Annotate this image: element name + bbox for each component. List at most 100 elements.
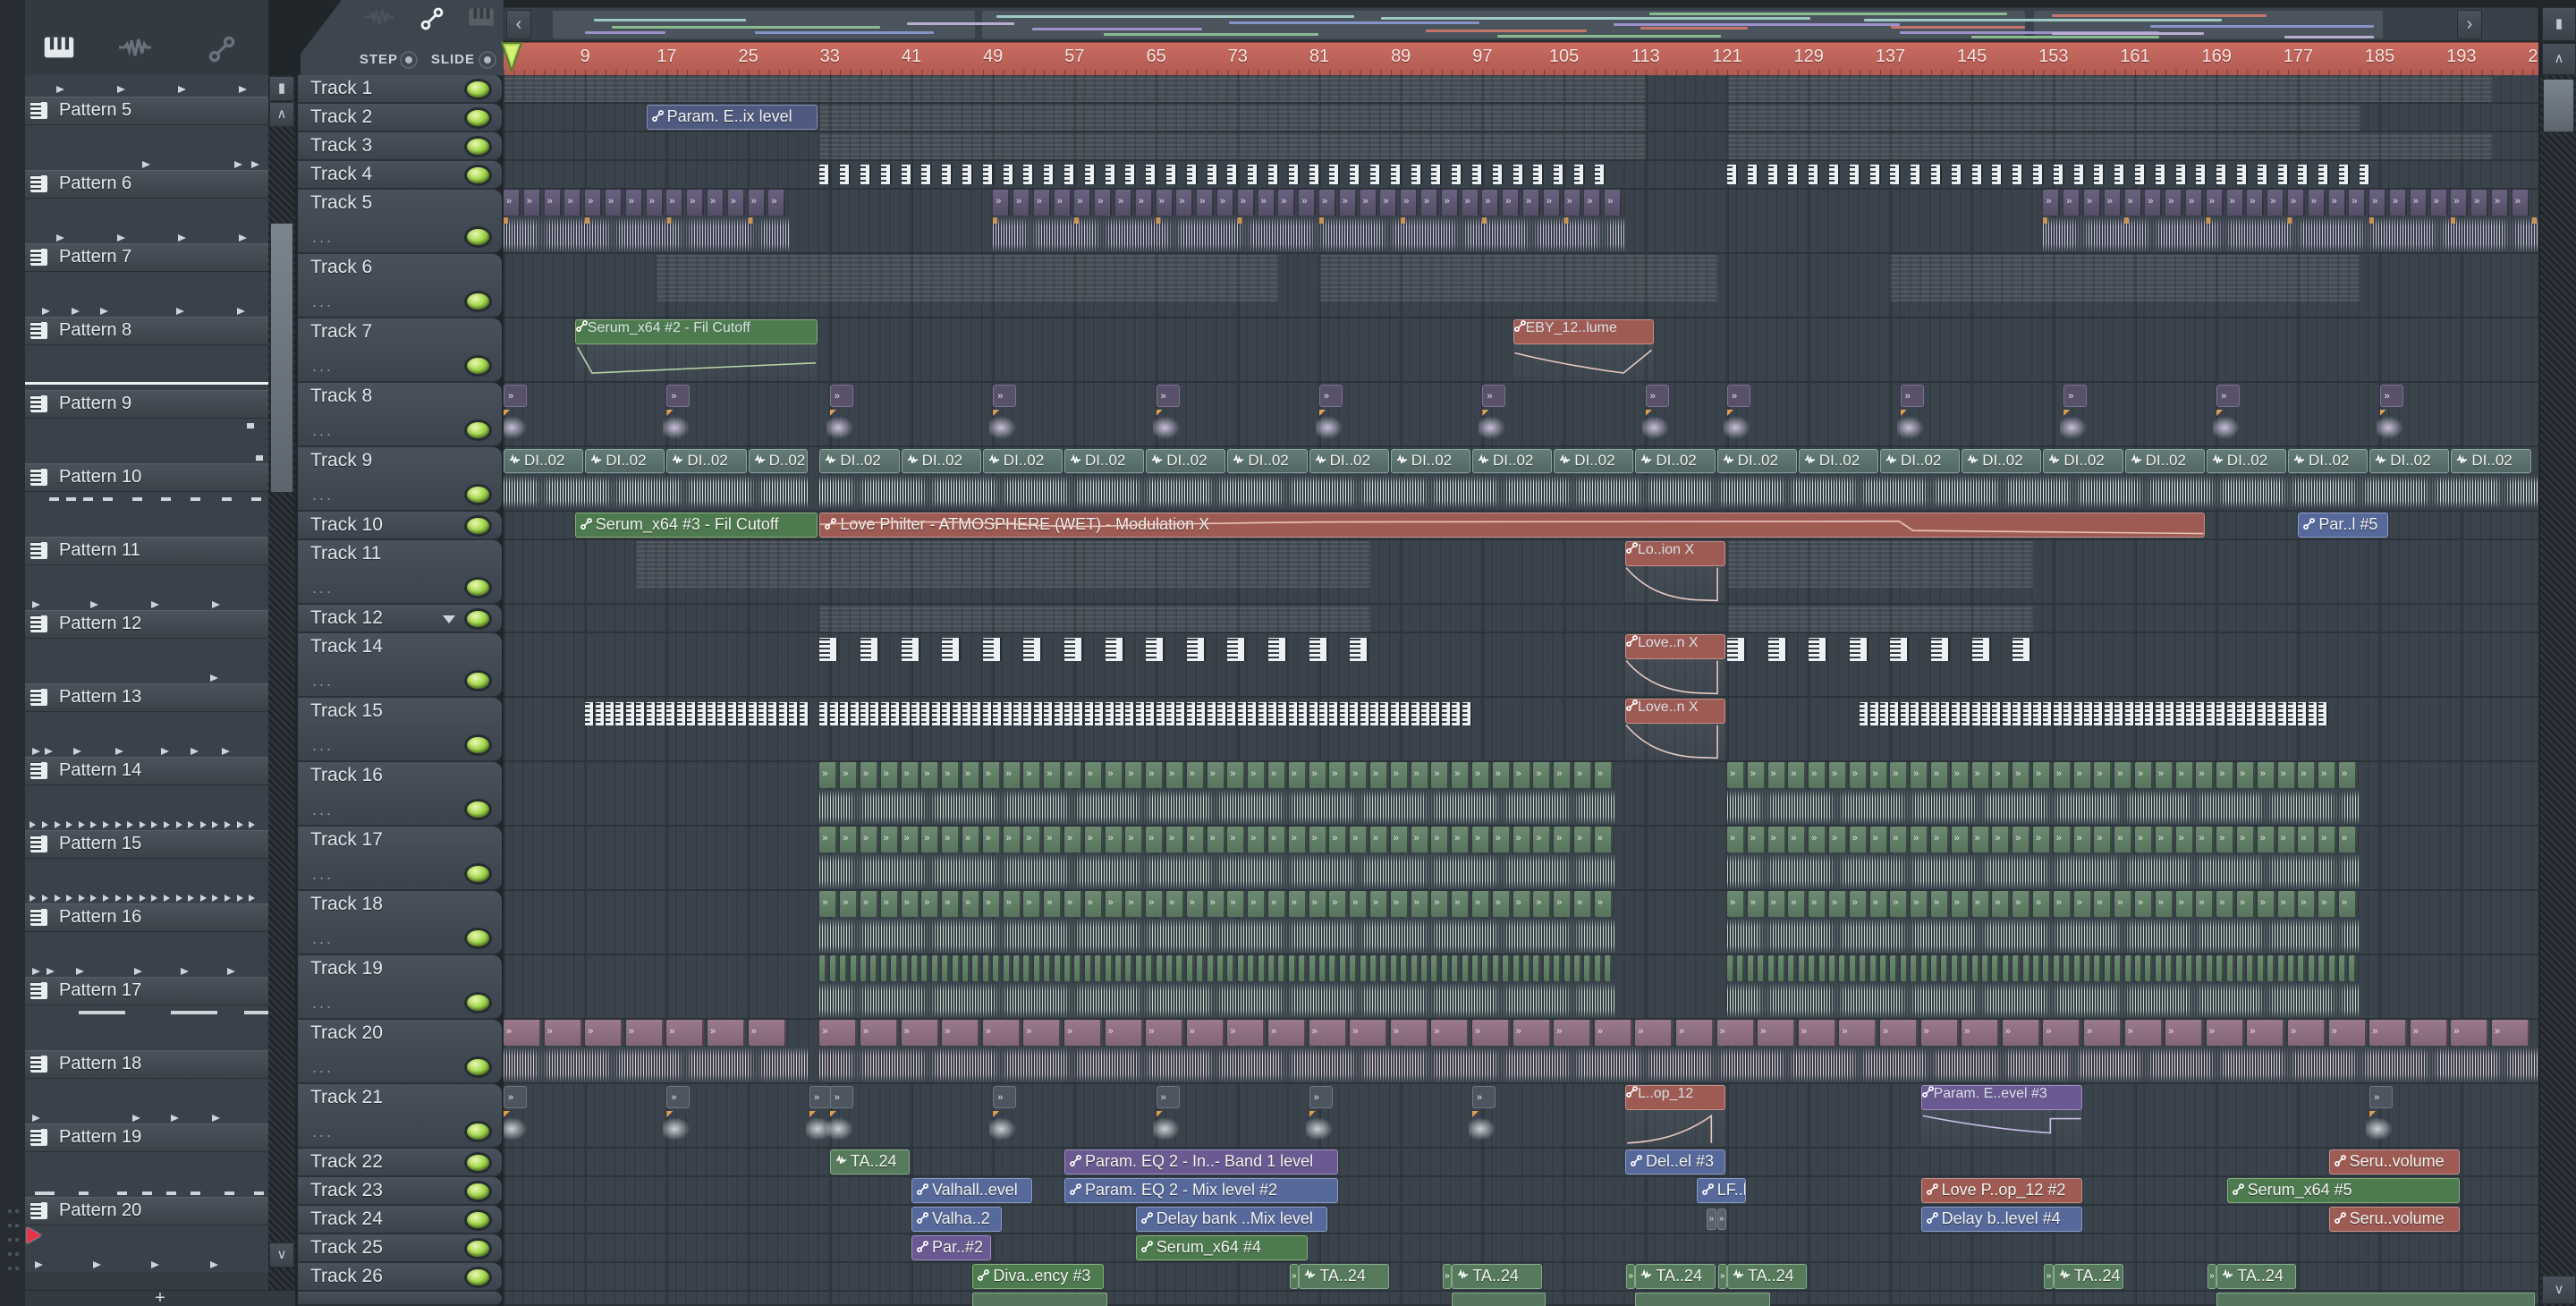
midi-pattern-clip[interactable]: [1951, 702, 1962, 725]
audio-clip-block[interactable]: »: [2257, 827, 2275, 852]
audio-clip-block[interactable]: »: [982, 891, 1001, 917]
pattern-preview[interactable]: [25, 565, 268, 612]
midi-pattern-clip[interactable]: [1084, 702, 1095, 725]
midi-pattern-clip[interactable]: [1023, 165, 1035, 184]
playlist-scroll-up-button[interactable]: ∧: [2542, 43, 2576, 75]
audio-clip-block[interactable]: »: [1462, 190, 1479, 216]
audio-clip-block[interactable]: [2145, 955, 2153, 981]
audio-clip-block[interactable]: »: [901, 762, 919, 788]
audio-clip-block[interactable]: »: [2053, 827, 2072, 852]
midi-pattern-clip[interactable]: [1105, 702, 1115, 725]
audio-clip-block[interactable]: »: [2114, 891, 2133, 917]
track-mute-led[interactable]: [467, 1124, 489, 1140]
midi-pattern-clip[interactable]: [2073, 702, 2084, 725]
midi-pattern-clip[interactable]: [778, 702, 789, 725]
midi-pattern-clip[interactable]: [1146, 702, 1157, 725]
audio-clip-block[interactable]: [1767, 955, 1775, 981]
midi-pattern-clip[interactable]: [676, 702, 687, 725]
audio-clip-block[interactable]: »: [1890, 762, 1909, 788]
minimap-scroll-left-button[interactable]: ‹: [506, 10, 531, 39]
audio-clip-block[interactable]: [1788, 955, 1796, 981]
audio-clip-block[interactable]: »: [1329, 762, 1348, 788]
audio-clip-block[interactable]: »: [2073, 827, 2092, 852]
automation-clip[interactable]: Param. E..evel #3: [1920, 1085, 2082, 1148]
midi-pattern-clip[interactable]: [1788, 165, 1800, 184]
audio-clip-block[interactable]: [1033, 955, 1041, 981]
audio-clip-block[interactable]: »: [1829, 762, 1847, 788]
audio-clip[interactable]: TA..24: [1727, 1264, 1808, 1289]
audio-clip-block[interactable]: [1441, 955, 1449, 981]
midi-pattern-clip[interactable]: [1186, 638, 1206, 661]
midi-pattern-clip[interactable]: [819, 638, 839, 661]
playlist-track-row[interactable]: »»»»»»»»» L..op_12 Param. E..evel #3: [504, 1084, 2538, 1149]
audio-clip-block[interactable]: »: [901, 827, 919, 852]
audio-clip-block[interactable]: [2186, 955, 2193, 981]
track-header-track-24[interactable]: Track 24: [298, 1206, 502, 1234]
audio-clip-block[interactable]: »: [840, 762, 859, 788]
audio-clip-block[interactable]: [1278, 955, 1286, 981]
audio-clip-block[interactable]: »: [993, 190, 1011, 216]
audio-pre-clip[interactable]: »: [2207, 1264, 2217, 1289]
midi-pattern-clip[interactable]: [1329, 702, 1340, 725]
audio-clip-strip[interactable]: »»»»»»»»»»»»»»»»»»»»»»»»»»»»»»»: [1727, 762, 2360, 825]
automation-clip[interactable]: Delay b..level #4: [1920, 1207, 2082, 1232]
automation-clip[interactable]: Love Philter - ATMOSPHERE (WET) - Modula…: [819, 513, 2205, 538]
playlist-track-row[interactable]: [504, 955, 2538, 1020]
midi-pattern-clip[interactable]: [1176, 702, 1187, 725]
pattern-preview[interactable]: [25, 1079, 268, 1125]
midi-pattern-clip[interactable]: [2216, 165, 2228, 184]
midi-pattern-clip[interactable]: [708, 702, 717, 725]
midi-pattern-clip[interactable]: [666, 702, 677, 725]
midi-pattern-clip[interactable]: [2318, 165, 2330, 184]
tab-piano-roll-icon[interactable]: [467, 7, 496, 31]
audio-clip-block[interactable]: »: [2257, 762, 2275, 788]
audio-clip-block[interactable]: »: [2247, 1020, 2285, 1046]
audio-clip-block[interactable]: »: [1767, 762, 1786, 788]
midi-pattern-clip[interactable]: [1849, 165, 1860, 184]
midi-pattern-clip[interactable]: [1166, 165, 1177, 184]
midi-pattern-clip[interactable]: [1727, 638, 1746, 661]
audio-clip-block[interactable]: »: [1911, 762, 1929, 788]
audio-clip-block[interactable]: [911, 955, 919, 981]
midi-pattern-clip[interactable]: [1023, 702, 1034, 725]
audio-clip-block[interactable]: »: [2135, 891, 2153, 917]
midi-pattern-clip[interactable]: [2247, 702, 2258, 725]
audio-clip-block[interactable]: »: [1197, 190, 1215, 216]
midi-pattern-clip[interactable]: [2196, 702, 2207, 725]
track-mute-led[interactable]: [467, 930, 489, 946]
audio-hit-clip[interactable]: »: [666, 1086, 691, 1108]
midi-pattern-clip[interactable]: [799, 702, 809, 725]
midi-pattern-clip[interactable]: [1227, 702, 1238, 725]
audio-clip-block[interactable]: »: [1125, 827, 1144, 852]
midi-pattern-clip[interactable]: [1237, 702, 1248, 725]
midi-pattern-clip[interactable]: [697, 702, 708, 725]
midi-pattern-clip[interactable]: [1166, 702, 1176, 725]
audio-clip-block[interactable]: »: [1849, 762, 1868, 788]
audio-clip-block[interactable]: »: [1758, 1020, 1796, 1046]
playlist-scroll-down-button[interactable]: ∨: [2542, 1276, 2576, 1304]
audio-clip-block[interactable]: »: [1369, 827, 1388, 852]
track-header-track-3[interactable]: Track 3: [298, 132, 502, 161]
midi-pattern-clip[interactable]: [1329, 165, 1341, 184]
audio-hit-clip[interactable]: »: [1482, 385, 1506, 407]
audio-clip-block[interactable]: »: [1594, 891, 1613, 917]
audio-clip-block[interactable]: [901, 955, 909, 981]
midi-pattern-clip[interactable]: [1370, 702, 1380, 725]
audio-clip-block[interactable]: »: [2410, 1020, 2448, 1046]
audio-clip-block[interactable]: [1146, 955, 1154, 981]
midi-pattern-clip[interactable]: [2063, 702, 2074, 725]
audio-clip-block[interactable]: »: [1452, 762, 1470, 788]
audio-clip-block[interactable]: [1911, 955, 1919, 981]
track-header-track-15[interactable]: Track 15...: [298, 698, 502, 762]
midi-pattern-clip[interactable]: [2359, 165, 2370, 184]
track-header-track-19[interactable]: Track 19...: [298, 955, 502, 1020]
midi-pattern-clip[interactable]: [819, 165, 831, 184]
audio-clip-block[interactable]: »: [1063, 762, 1082, 788]
playlist-grid[interactable]: Param. E..ix level»»»»»»»»»»»»»»»»»»»»»»…: [504, 75, 2538, 1306]
track-name[interactable]: Track 14: [310, 636, 383, 657]
audio-clip-block[interactable]: »: [2257, 891, 2275, 917]
midi-pattern-clip[interactable]: [615, 702, 626, 725]
audio-clip-block[interactable]: »: [860, 827, 878, 852]
audio-clip-block[interactable]: [1267, 955, 1275, 981]
track-mute-led[interactable]: [467, 801, 489, 818]
